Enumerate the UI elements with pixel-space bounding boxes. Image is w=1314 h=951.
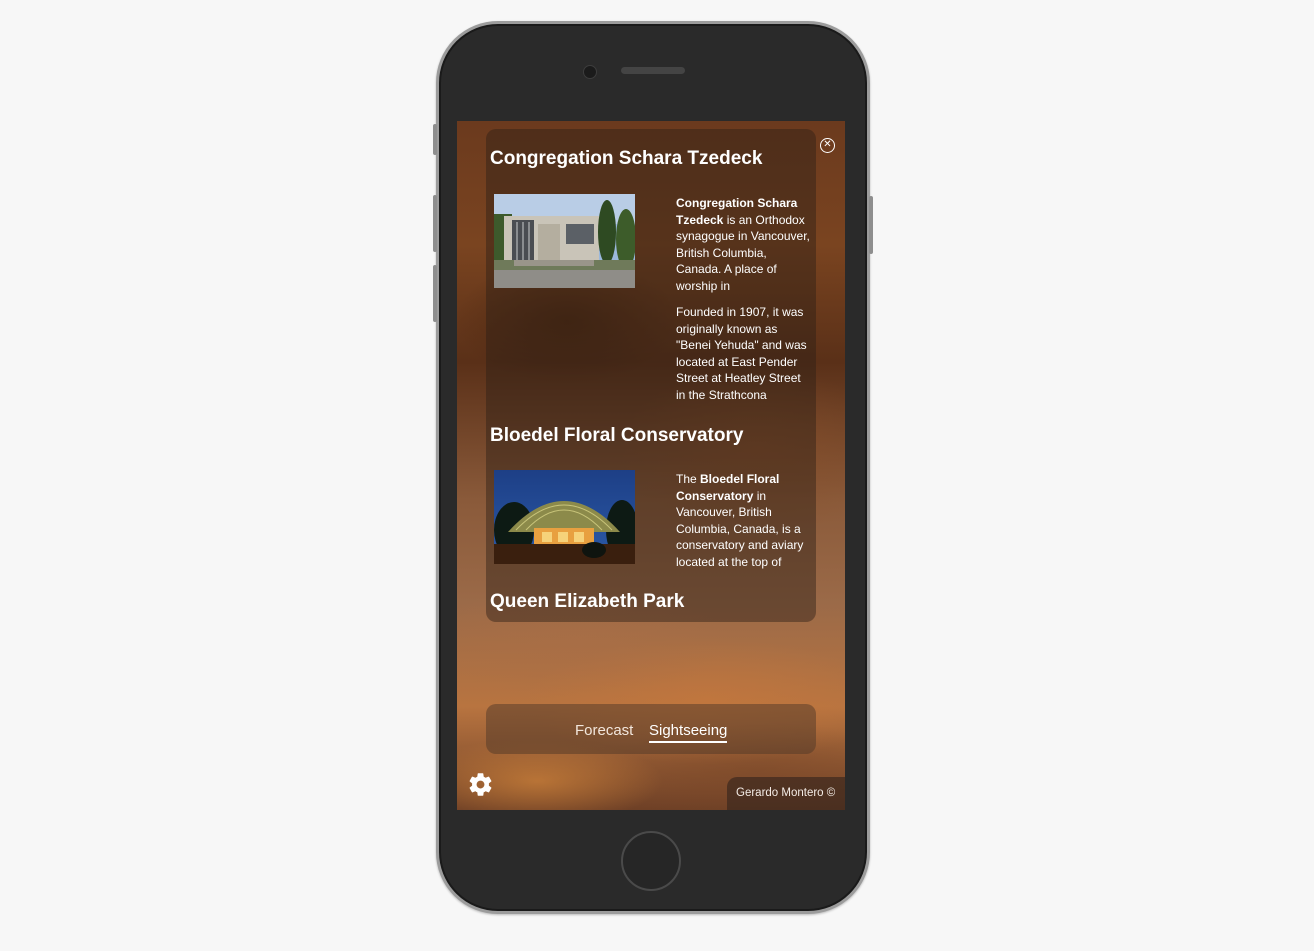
phone-camera	[583, 65, 597, 79]
phone-power-button	[869, 196, 873, 254]
tab-sightseeing[interactable]: Sightseeing	[649, 722, 728, 743]
gear-icon[interactable]	[467, 771, 494, 798]
credit-badge: Gerardo Montero ©	[727, 777, 845, 810]
place-title: Congregation Schara Tzedeck	[490, 148, 763, 169]
tab-forecast[interactable]: Forecast	[575, 722, 633, 739]
phone-volume-down	[433, 265, 437, 322]
phone-volume-up	[433, 195, 437, 252]
app-screen: ✕ Congregation Schara Tzedeck Congregati…	[457, 121, 845, 810]
place-image-conservatory[interactable]	[494, 470, 635, 564]
place-title: Bloedel Floral Conservatory	[490, 425, 744, 446]
phone-mute-switch	[433, 124, 437, 155]
close-icon[interactable]: ✕	[820, 138, 835, 153]
phone-speaker	[621, 67, 685, 74]
place-description: The Bloedel Floral Conservatory in Vanco…	[676, 471, 810, 580]
place-description-text: The	[676, 472, 701, 486]
place-image-synagogue[interactable]	[494, 194, 635, 288]
place-description-text: Founded in 1907, it was originally known…	[676, 305, 807, 402]
place-title: Queen Elizabeth Park	[490, 591, 685, 612]
tab-bar: Forecast Sightseeing	[486, 704, 816, 754]
place-description: Congregation Schara Tzedeck is an Orthod…	[676, 195, 810, 413]
phone-home-button[interactable]	[621, 831, 681, 891]
